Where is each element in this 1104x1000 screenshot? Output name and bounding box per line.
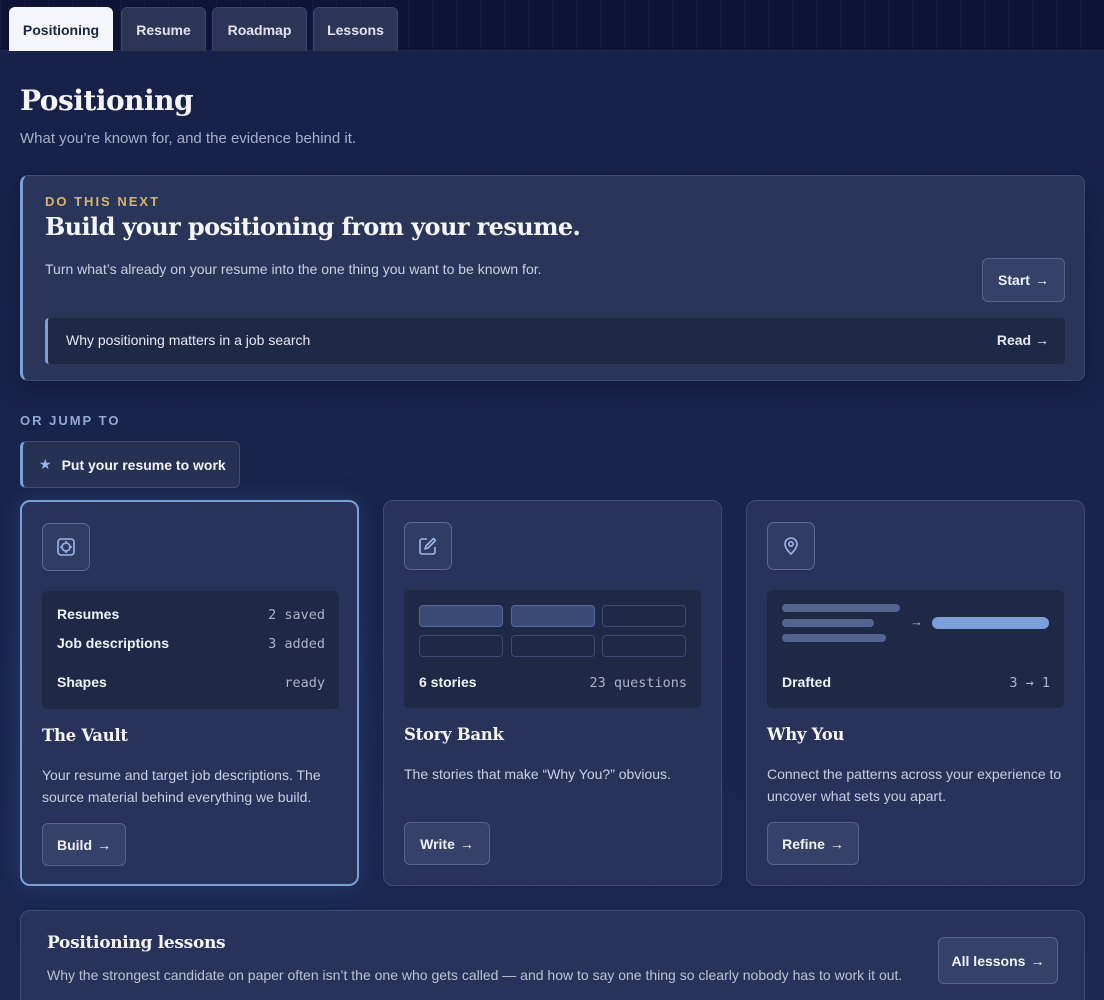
resumes-value: 2 saved xyxy=(268,607,325,623)
draft-line xyxy=(782,604,900,612)
story-bank-panel: 6 stories 23 questions xyxy=(404,590,701,708)
arrow-right-icon: → xyxy=(1034,272,1049,288)
all-lessons-label: All lessons xyxy=(951,952,1026,969)
page-subtitle: What you’re known for, and the evidence … xyxy=(20,130,357,147)
card-why-you[interactable]: → Drafted 3 → 1 Why You Connect the patt… xyxy=(746,500,1085,886)
arrow-right-icon: → xyxy=(910,614,923,629)
arrow-right-icon: → xyxy=(97,836,111,853)
story-slot xyxy=(602,635,686,657)
job-descriptions-value: 3 added xyxy=(268,636,325,652)
tab-roadmap[interactable]: Roadmap xyxy=(212,7,307,51)
card-title: The Vault xyxy=(42,726,128,745)
card-story-bank[interactable]: 6 stories 23 questions Story Bank The st… xyxy=(383,500,722,886)
story-slot xyxy=(511,635,595,657)
card-title: Why You xyxy=(767,725,845,744)
why-you-panel: → Drafted 3 → 1 xyxy=(767,590,1064,708)
draft-line xyxy=(782,634,886,642)
drafted-label: Drafted xyxy=(782,674,832,690)
story-slot xyxy=(602,605,686,627)
build-button-label: Build xyxy=(57,836,92,853)
story-slot xyxy=(419,605,503,627)
location-pin-icon xyxy=(767,522,815,570)
tab-lessons[interactable]: Lessons xyxy=(313,7,398,51)
start-button-label: Start xyxy=(998,272,1030,288)
card-title: Story Bank xyxy=(404,725,504,744)
next-step-eyebrow: DO THIS NEXT xyxy=(45,194,161,209)
vault-summary-panel: Resumes 2 saved Job descriptions 3 added… xyxy=(42,591,339,709)
target-icon xyxy=(42,523,90,571)
positioning-lessons-card: Positioning lessons Why the strongest ca… xyxy=(20,910,1085,1000)
star-icon: ★ xyxy=(39,456,52,472)
write-button[interactable]: Write → xyxy=(404,822,490,865)
lessons-description: Why the strongest candidate on paper oft… xyxy=(47,967,903,983)
refined-line xyxy=(932,617,1049,629)
card-description: Your resume and target job descriptions.… xyxy=(42,767,321,805)
build-button[interactable]: Build → xyxy=(42,823,126,866)
edit-icon xyxy=(404,522,452,570)
draft-line xyxy=(782,619,874,627)
next-step-title: Build your positioning from your resume. xyxy=(45,212,581,241)
arrow-right-icon: → xyxy=(459,835,474,852)
read-link[interactable]: Read → xyxy=(997,332,1049,348)
next-step-card: DO THIS NEXT Build your positioning from… xyxy=(20,175,1085,381)
drafted-value: 3 → 1 xyxy=(1009,675,1050,691)
write-button-label: Write xyxy=(420,835,455,852)
arrow-right-icon: → xyxy=(829,835,844,852)
tab-resume[interactable]: Resume xyxy=(121,7,206,51)
article-title: Why positioning matters in a job search xyxy=(66,332,311,348)
shapes-value: ready xyxy=(284,675,325,691)
jump-eyebrow: OR JUMP TO xyxy=(20,413,121,428)
jump-chip-label: Put your resume to work xyxy=(61,456,226,473)
page-title: Positioning xyxy=(20,84,194,117)
story-slot xyxy=(511,605,595,627)
next-step-description: Turn what’s already on your resume into … xyxy=(45,261,542,277)
resumes-label: Resumes xyxy=(57,606,120,622)
tab-positioning[interactable]: Positioning xyxy=(9,7,113,51)
lessons-title: Positioning lessons xyxy=(47,933,226,953)
all-lessons-button[interactable]: All lessons → xyxy=(938,937,1058,984)
job-descriptions-label: Job descriptions xyxy=(57,635,170,651)
card-the-vault[interactable]: Resumes 2 saved Job descriptions 3 added… xyxy=(20,500,359,886)
card-description: Connect the patterns across your experie… xyxy=(767,766,1062,804)
arrow-right-icon: → xyxy=(1030,952,1045,969)
start-button[interactable]: Start → xyxy=(982,258,1065,302)
story-slot xyxy=(419,635,503,657)
jump-chip-resume-to-work[interactable]: ★ Put your resume to work xyxy=(20,441,240,488)
stories-count: 6 stories xyxy=(419,674,477,690)
questions-count: 23 questions xyxy=(589,675,687,691)
read-article-row[interactable]: Why positioning matters in a job search … xyxy=(45,318,1065,364)
arrow-right-icon: → xyxy=(1035,332,1049,348)
card-description: The stories that make “Why You?” obvious… xyxy=(404,766,671,782)
refine-button[interactable]: Refine → xyxy=(767,822,859,865)
refine-button-label: Refine xyxy=(782,835,825,852)
shapes-label: Shapes xyxy=(57,674,107,690)
tab-bar: Positioning Resume Roadmap Lessons xyxy=(0,0,1104,51)
